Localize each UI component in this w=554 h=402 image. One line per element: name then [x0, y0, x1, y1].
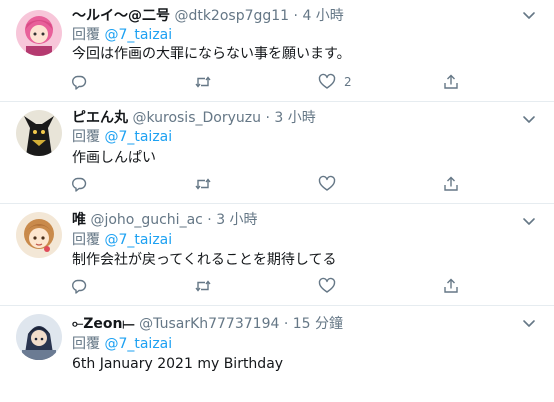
reply-context: 回覆 @7_taizai [72, 334, 172, 354]
reply-icon [72, 279, 87, 294]
reply-prefix: 回覆 [72, 232, 100, 248]
like-icon [318, 277, 336, 293]
retweet-button[interactable] [194, 174, 212, 194]
tweet[interactable]: ⟜Zeon⟝ @TusarKh77737194 · 15 分鐘 回覆 @7_ta… [0, 306, 554, 402]
reply-icon [72, 75, 87, 90]
like-count: 2 [344, 75, 352, 89]
share-icon [444, 74, 458, 89]
display-name[interactable]: ⟜Zeon⟝ [72, 316, 135, 332]
share-icon [444, 176, 458, 191]
like-button[interactable] [318, 276, 336, 296]
reply-prefix: 回覆 [72, 129, 100, 145]
share-button[interactable] [442, 174, 460, 194]
reply-button[interactable] [70, 276, 88, 296]
retweet-icon [195, 178, 211, 190]
retweet-button[interactable] [194, 72, 212, 92]
tweet-header: ⟜Zeon⟝ @TusarKh77737194 · 15 分鐘 [72, 314, 343, 334]
tweet-header: ピエん丸 @kurosis_Doryuzu · 3 小時 [72, 108, 316, 128]
chevron-down-icon[interactable] [520, 212, 538, 230]
display-name[interactable]: ピエん丸 [72, 110, 128, 126]
chevron-down-icon[interactable] [520, 6, 538, 24]
reply-button[interactable] [70, 72, 88, 92]
chevron-down-icon[interactable] [520, 314, 538, 332]
avatar[interactable] [16, 10, 62, 56]
share-button[interactable] [442, 72, 460, 92]
tweet-text: 今回は作画の大罪にならない事を願います。 [72, 46, 351, 62]
timestamp[interactable]: 15 分鐘 [293, 316, 343, 332]
avatar[interactable] [16, 314, 62, 360]
avatar[interactable] [16, 212, 62, 258]
like-icon [318, 175, 336, 191]
like-button[interactable]: 2 [318, 72, 352, 92]
timestamp[interactable]: 3 小時 [216, 212, 257, 228]
mention-link[interactable]: @7_taizai [104, 232, 172, 248]
like-icon [318, 73, 336, 89]
timestamp[interactable]: 4 小時 [302, 8, 343, 24]
reply-context: 回覆 @7_taizai [72, 230, 172, 250]
share-button[interactable] [442, 276, 460, 296]
tweet-text: 作画しんぱい [72, 150, 156, 166]
mention-link[interactable]: @7_taizai [104, 336, 172, 352]
retweet-button[interactable] [194, 276, 212, 296]
tweet[interactable]: ～ルイ～@二号 @dtk2osp7gg11 · 4 小時 回覆 @7_taiza… [0, 0, 554, 102]
separator: · [293, 8, 298, 24]
separator: · [283, 316, 289, 332]
mention-link[interactable]: @7_taizai [104, 27, 172, 43]
avatar[interactable] [16, 110, 62, 156]
reply-context: 回覆 @7_taizai [72, 127, 172, 147]
reply-feed: ～ルイ～@二号 @dtk2osp7gg11 · 4 小時 回覆 @7_taiza… [0, 0, 554, 402]
retweet-icon [195, 76, 211, 88]
reply-prefix: 回覆 [72, 27, 100, 43]
action-bar [70, 276, 470, 296]
user-handle[interactable]: @TusarKh77737194 [139, 316, 279, 332]
display-name[interactable]: ～ルイ～@二号 [72, 8, 170, 24]
action-bar [70, 174, 470, 194]
reply-prefix: 回覆 [72, 336, 100, 352]
action-bar: 2 [70, 72, 470, 92]
user-handle[interactable]: @kurosis_Doryuzu [132, 110, 261, 126]
tweet-text: 6th January 2021 my Birthday [72, 356, 284, 372]
tweet-text: 制作会社が戻ってくれることを期待してる [72, 252, 337, 268]
tweet-header: 唯 @joho_guchi_ac · 3 小時 [72, 210, 258, 230]
separator: · [265, 110, 270, 126]
timestamp[interactable]: 3 小時 [274, 110, 315, 126]
chevron-down-icon[interactable] [520, 110, 538, 128]
tweet[interactable]: 唯 @joho_guchi_ac · 3 小時 回覆 @7_taizai 制作会… [0, 204, 554, 306]
reply-icon [72, 177, 87, 192]
user-handle[interactable]: @dtk2osp7gg11 [174, 8, 289, 24]
mention-link[interactable]: @7_taizai [104, 129, 172, 145]
display-name[interactable]: 唯 [72, 212, 86, 228]
reply-context: 回覆 @7_taizai [72, 25, 172, 45]
tweet[interactable]: ピエん丸 @kurosis_Doryuzu · 3 小時 回覆 @7_taiza… [0, 102, 554, 204]
reply-button[interactable] [70, 174, 88, 194]
separator: · [207, 212, 212, 228]
tweet-header: ～ルイ～@二号 @dtk2osp7gg11 · 4 小時 [72, 6, 344, 26]
share-icon [444, 278, 458, 293]
user-handle[interactable]: @joho_guchi_ac [90, 212, 202, 228]
retweet-icon [195, 280, 211, 292]
like-button[interactable] [318, 174, 336, 194]
